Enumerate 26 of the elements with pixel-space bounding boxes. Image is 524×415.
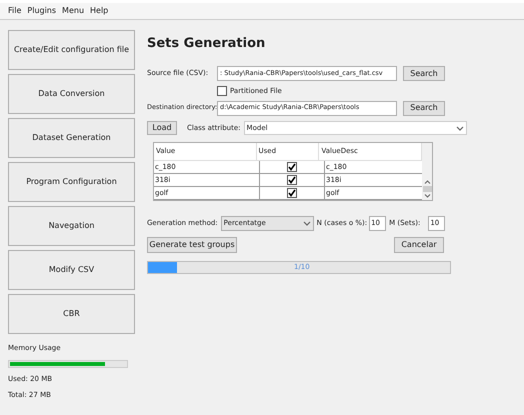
sidebar-button[interactable]: Create/Edit configuration file: [8, 30, 135, 70]
sidebar-button[interactable]: Modify CSV: [8, 250, 135, 290]
load-button[interactable]: Load: [147, 121, 177, 135]
sidebar-button[interactable]: Navegation: [8, 206, 135, 246]
scroll-up-icon[interactable]: [424, 180, 430, 184]
menu-item[interactable]: Menu: [62, 5, 84, 17]
sidebar-button[interactable]: Program Configuration: [8, 162, 135, 202]
checkbox[interactable]: [287, 188, 297, 198]
search-button[interactable]: Search: [403, 66, 445, 81]
sidebar-button[interactable]: Dataset Generation: [8, 118, 135, 158]
section-title: Sets Generation: [147, 35, 266, 53]
generate-button[interactable]: Generate test groups: [147, 237, 237, 253]
chevron-down-icon: [456, 126, 464, 130]
menu-item[interactable]: File: [8, 5, 22, 17]
checkbox[interactable]: [217, 86, 227, 96]
scroll-down-icon[interactable]: [424, 194, 430, 198]
cancel-button[interactable]: Cancelar: [394, 237, 444, 253]
checkbox[interactable]: [287, 162, 297, 172]
checkbox[interactable]: [287, 175, 297, 185]
sidebar-button[interactable]: CBR: [8, 294, 135, 334]
menu-item[interactable]: Help: [90, 5, 108, 17]
menu-item[interactable]: Plugins: [27, 5, 56, 17]
chevron-down-icon: [302, 220, 311, 226]
sidebar-button[interactable]: Data Conversion: [8, 74, 135, 114]
scroll-thumb[interactable]: [422, 186, 432, 192]
search-button[interactable]: Search: [403, 100, 445, 116]
